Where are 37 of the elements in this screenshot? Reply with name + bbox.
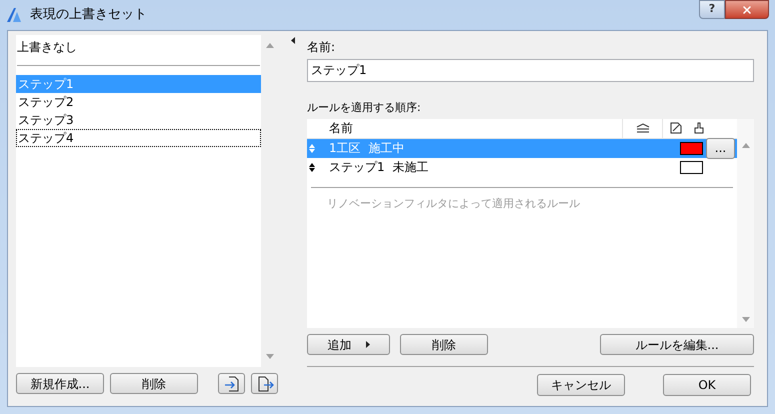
name-field[interactable]: ステップ1 <box>307 59 754 82</box>
list-item[interactable]: 上書きなし <box>16 38 261 56</box>
ok-button[interactable]: OK <box>663 374 751 396</box>
delete-button[interactable]: 削除 <box>110 373 198 394</box>
rule-row[interactable]: 1工区 施工中 ... <box>307 138 737 158</box>
export-document-icon <box>256 374 274 392</box>
list-item[interactable]: ステップ2 <box>16 93 261 111</box>
hatch-icon <box>670 122 682 134</box>
renovation-rules-label: リノベーションフィルタによって適用されるルール <box>327 196 581 212</box>
rule-row[interactable]: ステップ1 未施工 <box>307 158 737 176</box>
column-header[interactable]: 名前 <box>327 118 623 138</box>
cancel-button[interactable]: キャンセル <box>537 374 625 396</box>
edit-rules-button[interactable]: ルールを編集... <box>600 334 754 355</box>
delete-rule-button[interactable]: 削除 <box>400 334 488 355</box>
reorder-handle-icon[interactable] <box>309 144 315 152</box>
window-title: 表現の上書きセット <box>30 6 147 24</box>
name-label: 名前: <box>307 39 336 56</box>
reorder-handle-icon[interactable] <box>309 162 315 172</box>
close-button[interactable] <box>725 0 769 19</box>
list-item[interactable]: ステップ3 <box>16 111 261 129</box>
help-button[interactable]: ? <box>699 0 725 19</box>
add-button[interactable]: 追加 <box>307 334 390 355</box>
import-document-icon <box>222 374 240 392</box>
app-logo-icon <box>6 7 22 23</box>
rule-name: 1工区 施工中 <box>329 140 406 157</box>
list-item[interactable]: ステップ4 <box>16 129 261 147</box>
dropdown-arrow-icon <box>366 341 370 348</box>
rule-order-label: ルールを適用する順序: <box>307 100 422 116</box>
collapse-arrow-icon[interactable] <box>291 37 295 44</box>
rule-name: ステップ1 未施工 <box>329 159 430 176</box>
paint-brush-icon <box>694 122 704 134</box>
new-button[interactable]: 新規作成... <box>16 373 104 394</box>
import-button[interactable] <box>218 373 245 394</box>
export-button[interactable] <box>251 373 278 394</box>
layer-lines-icon <box>636 123 650 133</box>
more-button[interactable]: ... <box>706 138 735 158</box>
close-icon <box>741 4 753 16</box>
